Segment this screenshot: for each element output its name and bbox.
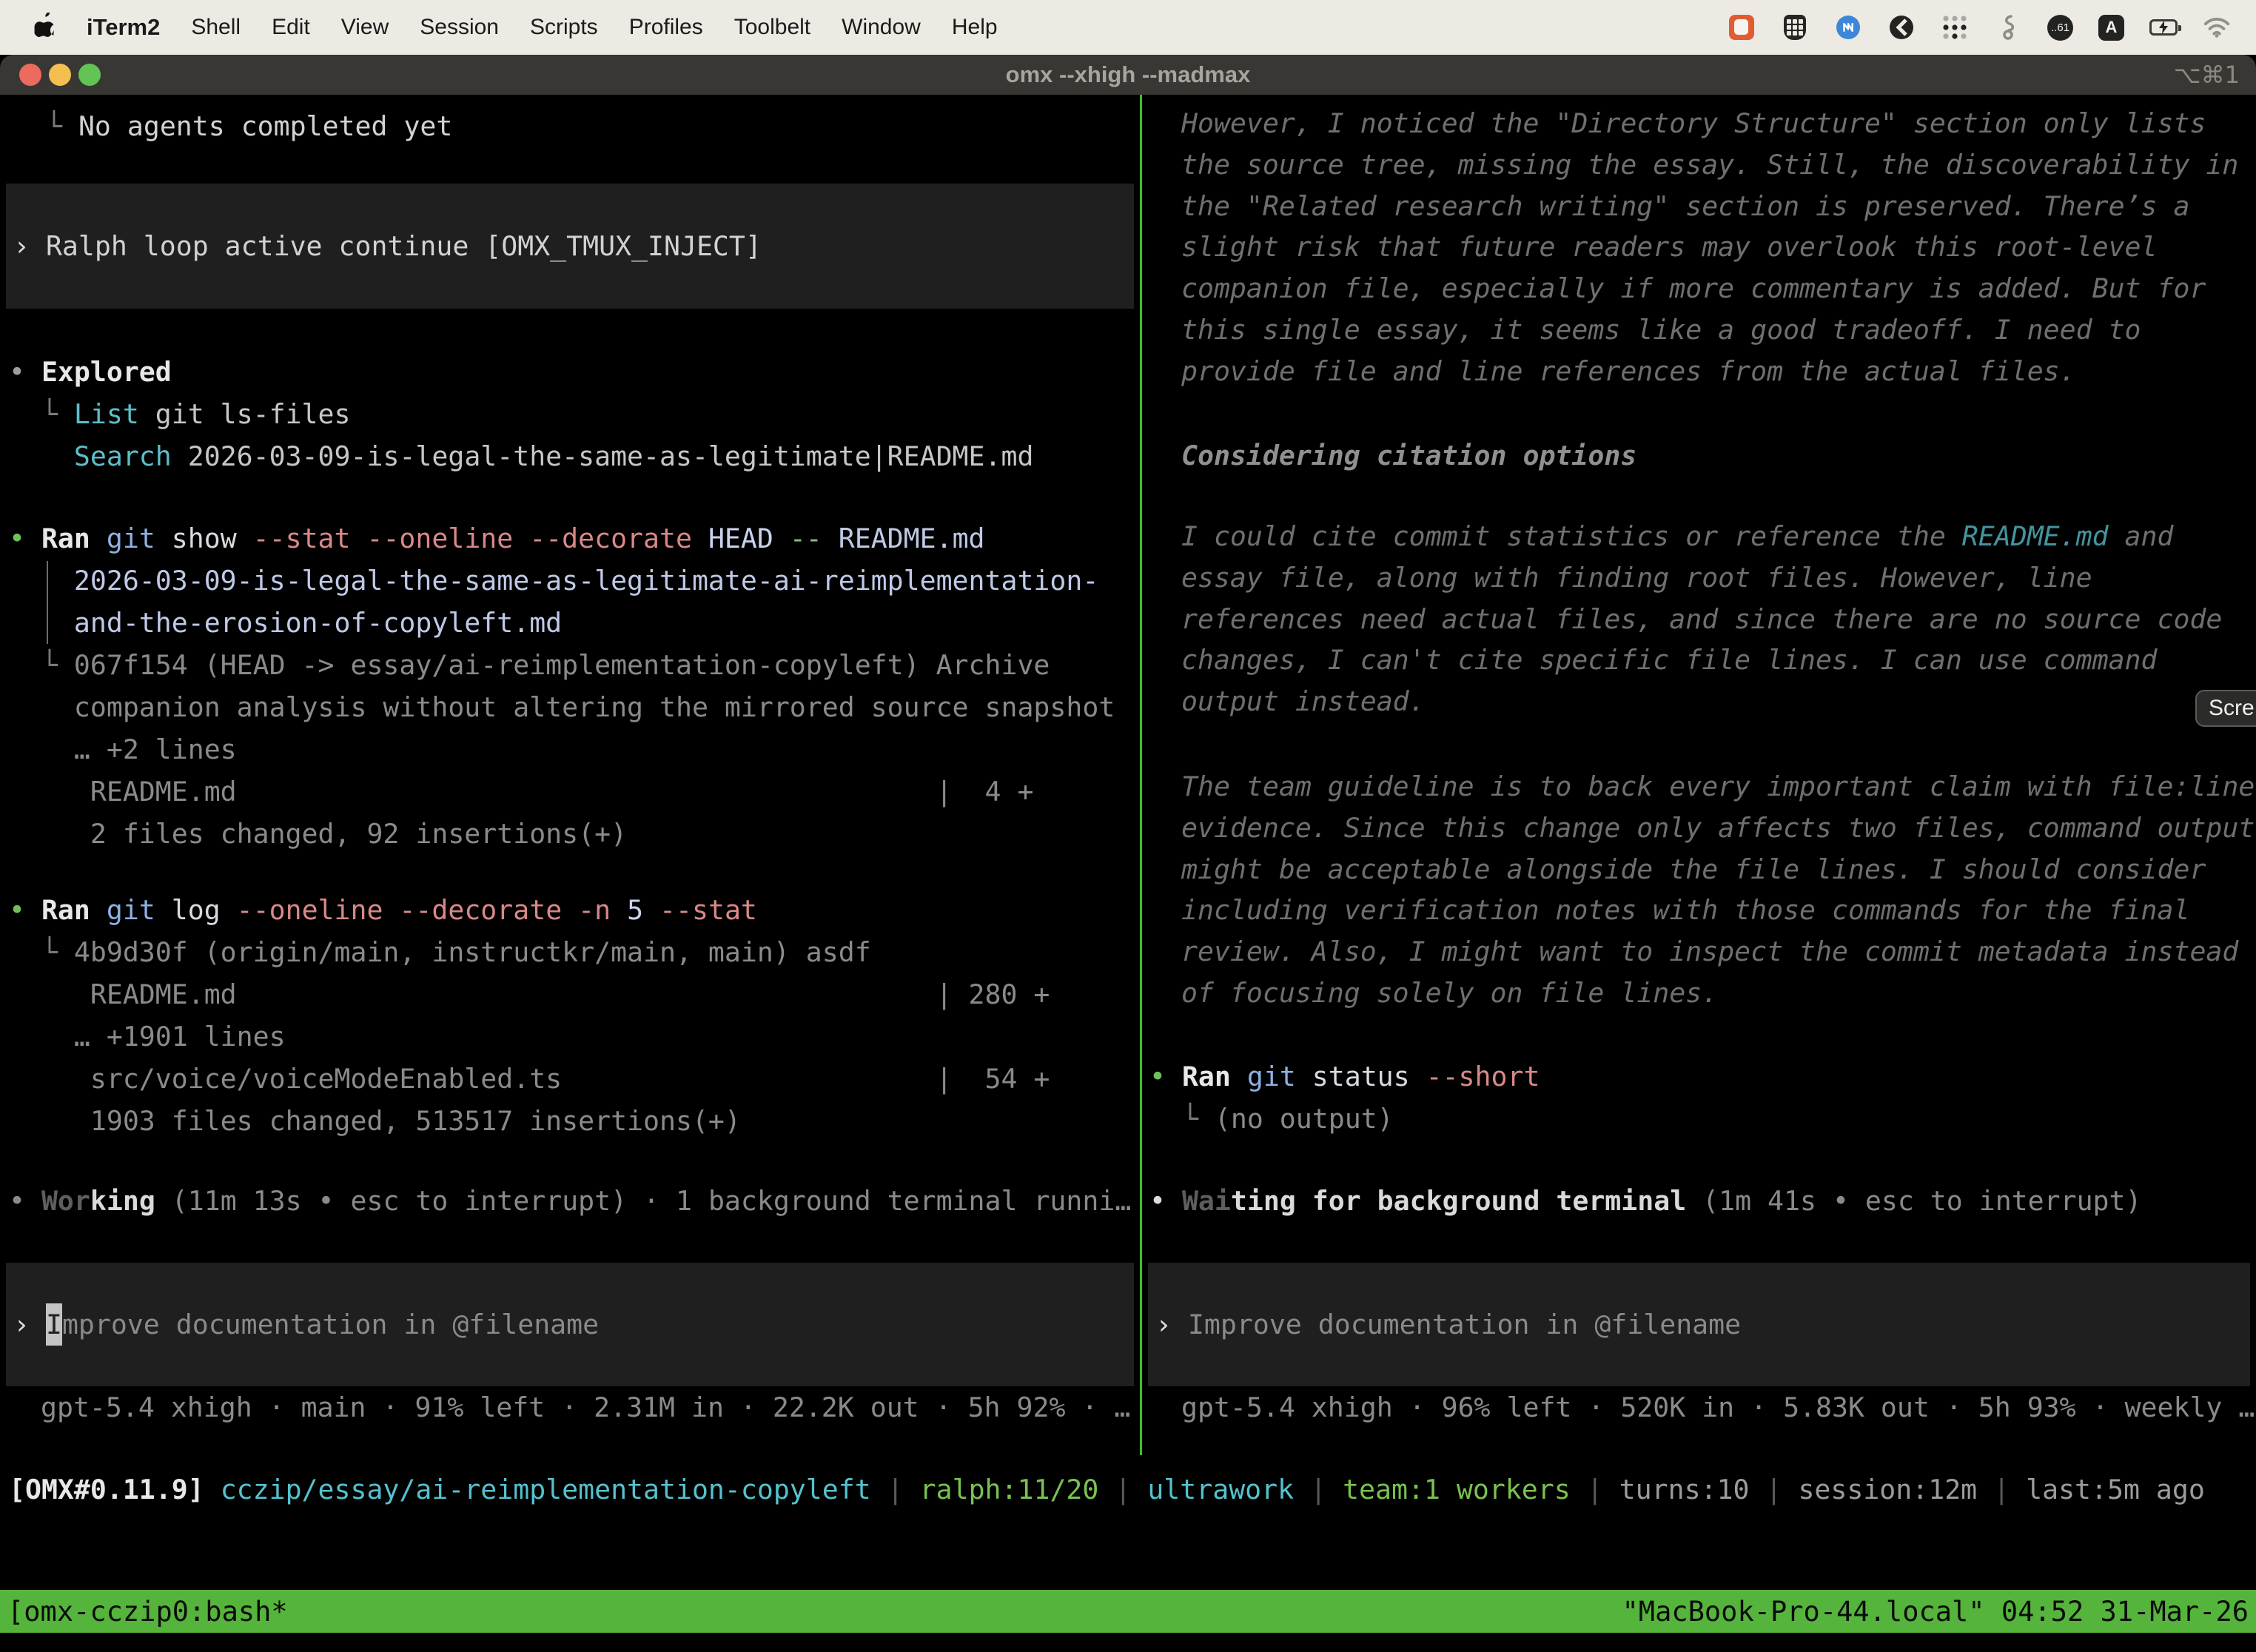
working-status-line: • Working (11m 13s • esc to interrupt) ·…	[9, 1180, 1131, 1222]
inject-banner[interactable]: › Ralph loop active continue [OMX_TMUX_I…	[6, 184, 1134, 309]
menu-left: iTerm2 Shell Edit View Session Scripts P…	[0, 13, 1013, 42]
dark-circle-chevron-icon[interactable]	[1887, 13, 1916, 41]
git-status-command-block: • Ran git status --short └ (no output)	[1149, 1055, 1540, 1140]
window-title-bar[interactable]: omx --xhigh --madmax ⌥⌘1	[0, 55, 2256, 95]
terminal-content: └ No agents completed yet › Ralph loop a…	[0, 95, 2256, 1590]
screenshot-app-icon[interactable]	[1728, 13, 1756, 41]
count-badge-icon[interactable]: ..61	[2047, 15, 2073, 41]
menu-item-help[interactable]: Help	[936, 15, 1013, 40]
git-show-command-block: • Ran git show --stat --oneline --decora…	[9, 517, 1115, 855]
screen-tooltip: Scre	[2195, 690, 2256, 727]
menu-item-profiles[interactable]: Profiles	[614, 15, 719, 40]
menu-item-scripts[interactable]: Scripts	[514, 15, 614, 40]
window-shortcut-badge: ⌥⌘1	[2174, 61, 2240, 89]
minimize-button[interactable]	[49, 64, 71, 86]
menu-item-session[interactable]: Session	[404, 15, 514, 40]
tooltip-label: Scre	[2209, 696, 2255, 721]
shield-grid-icon[interactable]	[1781, 13, 1809, 41]
explored-block: • Explored └ List git ls-files Search 20…	[9, 351, 1033, 477]
left-prompt-input[interactable]: › Improve documentation in @filename	[6, 1263, 1134, 1386]
tmux-host-clock-label: "MacBook-Pro-44.local" 04:52 31-Mar-26	[1622, 1596, 2249, 1628]
menu-item-shell[interactable]: Shell	[175, 15, 256, 40]
menu-item-view[interactable]: View	[326, 15, 404, 40]
macos-menu-bar: iTerm2 Shell Edit View Session Scripts P…	[0, 0, 2256, 55]
omx-status-bar: [OMX#0.11.9] cczip/essay/ai-reimplementa…	[9, 1468, 2205, 1511]
reasoning-paragraph-2: I could cite commit statistics or refere…	[1181, 516, 2222, 722]
hook-icon[interactable]	[1994, 13, 2022, 41]
zoom-button[interactable]	[78, 64, 101, 86]
wifi-icon[interactable]	[2203, 13, 2231, 41]
window-title: omx --xhigh --madmax	[1006, 61, 1251, 88]
menu-item-iterm2[interactable]: iTerm2	[71, 14, 175, 41]
tree-connector-line	[47, 561, 48, 644]
right-session-status-line: gpt-5.4 xhigh · 96% left · 520K in · 5.8…	[1181, 1386, 2255, 1428]
left-session-status-line: gpt-5.4 xhigh · main · 91% left · 2.31M …	[41, 1386, 1130, 1428]
reasoning-paragraph-3: The team guideline is to back every impo…	[1181, 766, 2255, 1014]
git-log-command-block: • Ran git log --oneline --decorate -n 5 …	[9, 889, 1050, 1142]
reasoning-heading: Considering citation options	[1181, 435, 1636, 477]
battery-icon[interactable]	[2149, 13, 2178, 41]
tmux-session-label: [omx-cczip0:bash*	[7, 1596, 288, 1628]
agents-status-line: └ No agents completed yet	[46, 105, 452, 147]
menu-item-toolbelt[interactable]: Toolbelt	[719, 15, 826, 40]
close-button[interactable]	[19, 64, 41, 86]
blue-seal-icon[interactable]	[1834, 13, 1862, 41]
menu-item-edit[interactable]: Edit	[256, 15, 326, 40]
apple-logo-icon[interactable]	[34, 13, 59, 42]
waiting-status-line: • Waiting for background terminal (1m 41…	[1149, 1180, 2141, 1222]
menu-status-icons: ..61 A	[1728, 13, 2256, 41]
pane-divider[interactable]	[1140, 95, 1142, 1455]
dots-grid-icon[interactable]	[1941, 13, 1969, 41]
keyboard-layout-icon[interactable]: A	[2098, 15, 2124, 41]
tmux-status-bar: [omx-cczip0:bash* "MacBook-Pro-44.local"…	[0, 1590, 2256, 1633]
iterm2-window: omx --xhigh --madmax ⌥⌘1 └ No agents com…	[0, 55, 2256, 1652]
right-prompt-input[interactable]: › Improve documentation in @filename	[1148, 1263, 2250, 1386]
reasoning-paragraph-1: However, I noticed the "Directory Struct…	[1181, 103, 2238, 392]
menu-item-window[interactable]: Window	[826, 15, 936, 40]
